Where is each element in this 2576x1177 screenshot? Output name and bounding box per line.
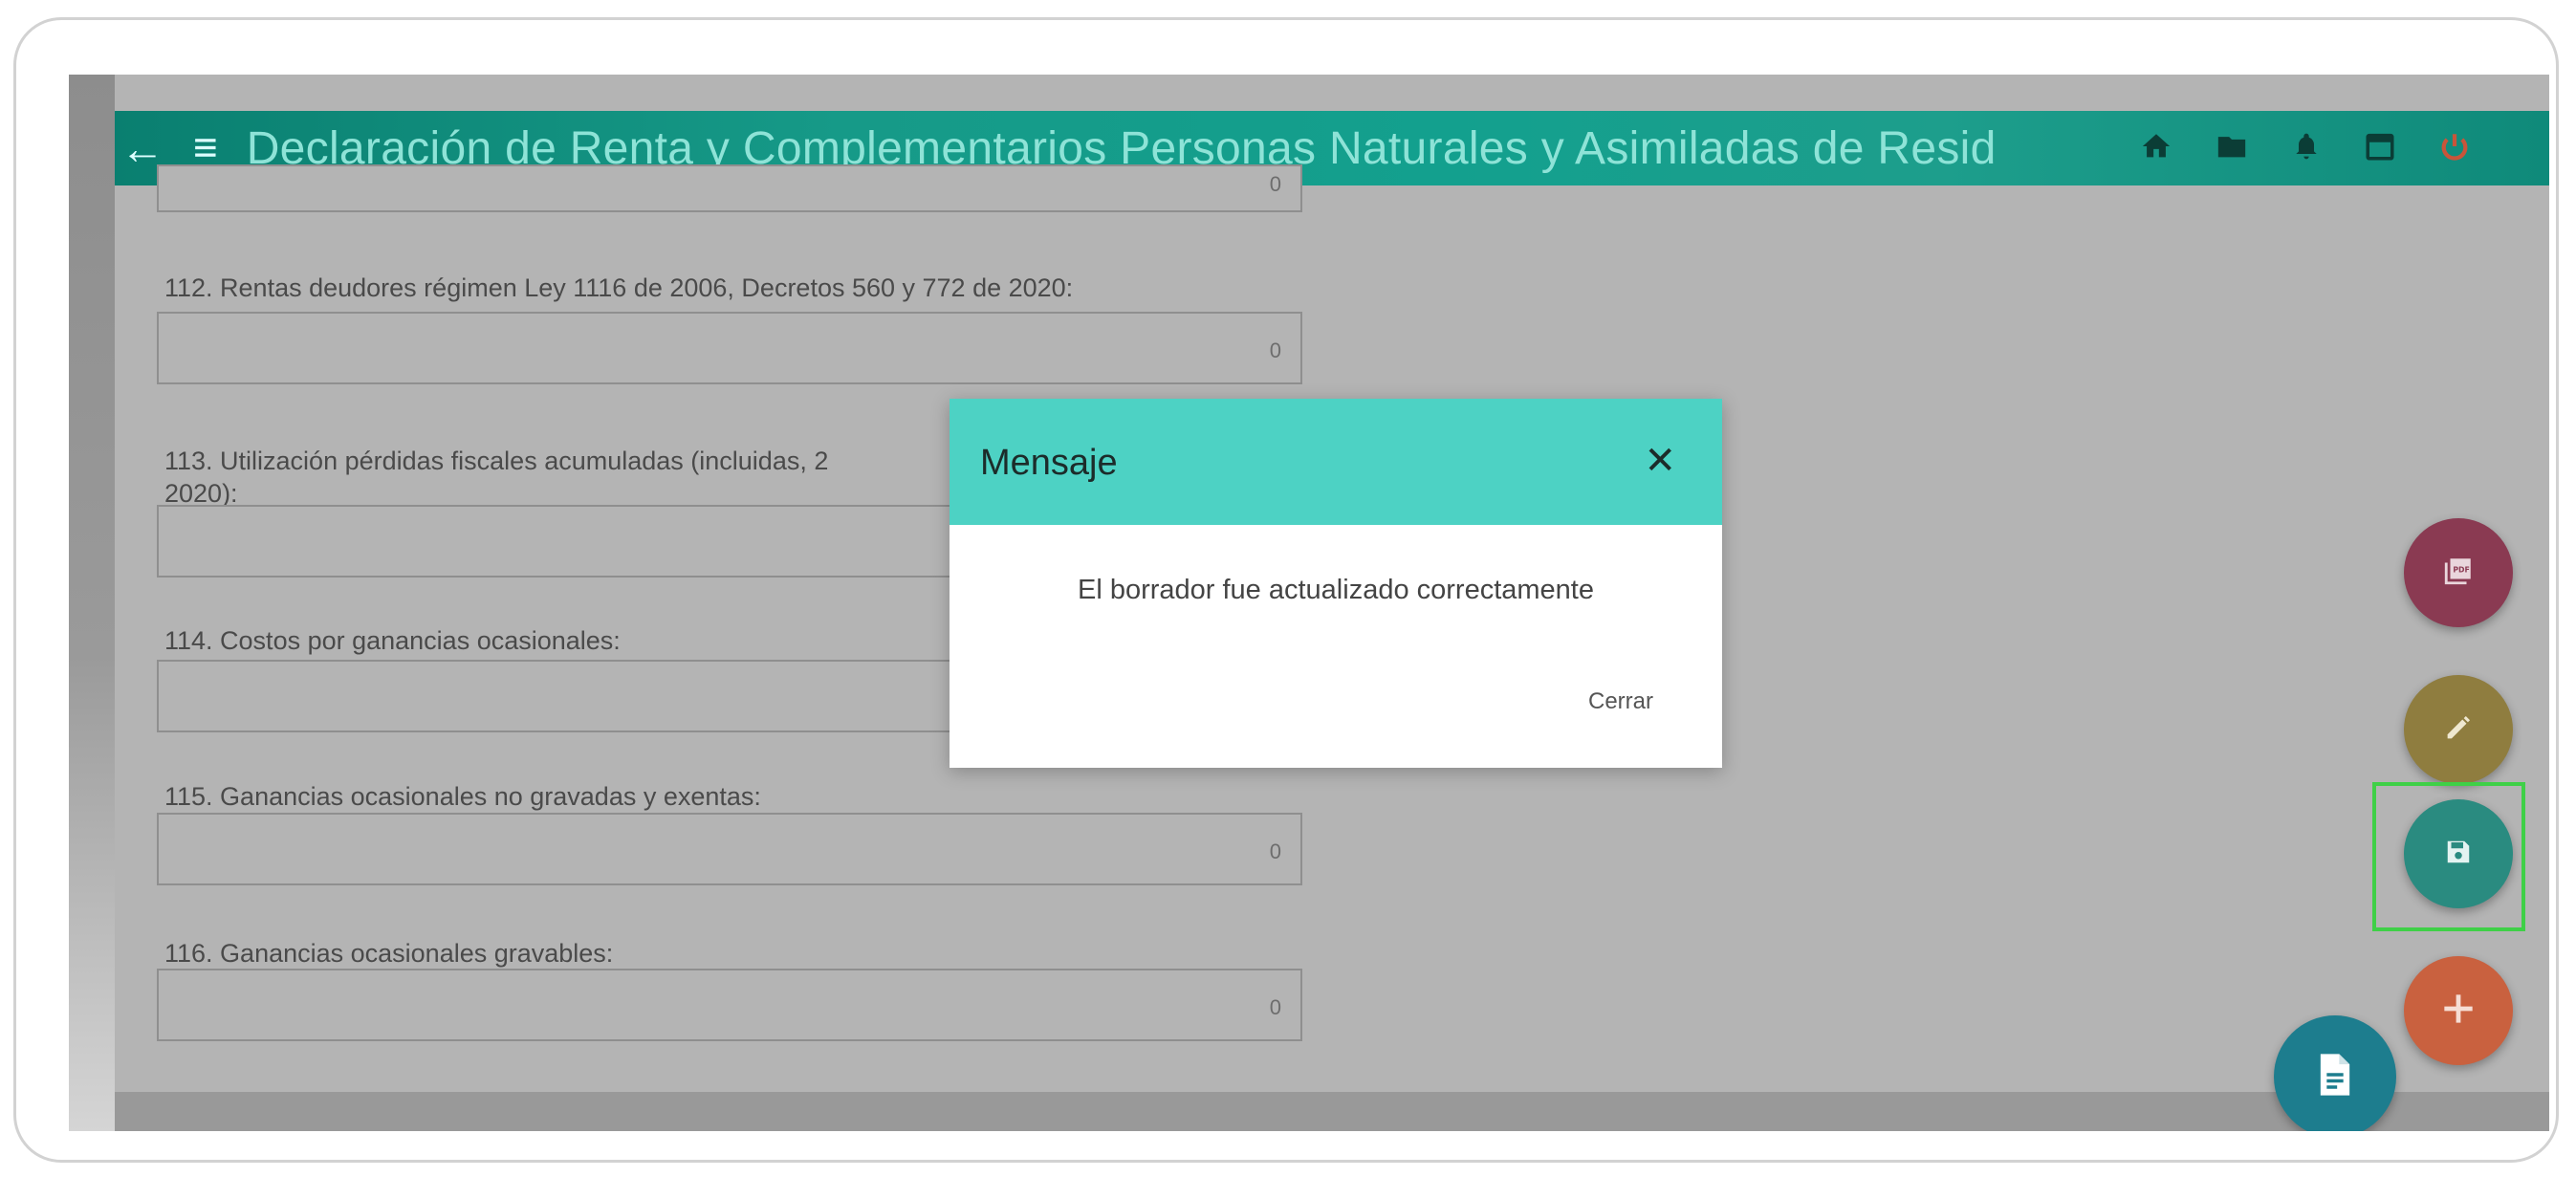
app-screenshot: ← ≡ Declaración de Renta y Complementari… [69,75,2549,1131]
calendar-icon[interactable] [2364,130,2396,167]
left-strip [69,75,115,1131]
dialog-header: Mensaje ✕ [950,399,1722,525]
message-dialog: Mensaje ✕ El borrador fue actualizado co… [950,399,1722,768]
close-button[interactable]: Cerrar [1588,688,1653,715]
field-value: 0 [1269,995,1281,1019]
edit-button[interactable] [2404,675,2513,784]
field-label: 116. Ganancias ocasionales gravables: [164,939,614,968]
field-label: 112. Rentas deudores régimen Ley 1116 de… [164,273,1074,302]
plus-icon [2437,988,2479,1035]
bell-icon[interactable] [2291,130,2322,167]
field-box[interactable]: 0 [157,813,1302,885]
save-highlight-box [2372,782,2525,931]
field-label: 114. Costos por ganancias ocasionales: [164,626,621,655]
add-button[interactable] [2404,956,2513,1065]
document-icon [2310,1048,2360,1106]
dialog-title: Mensaje [980,443,1118,483]
field-box[interactable]: 0 [157,312,1302,384]
field-box-partial[interactable]: 0 [157,164,1302,212]
field-value: 0 [1269,338,1281,362]
field-value: 0 [1269,172,1281,196]
pdf-icon: PDF [2442,555,2475,592]
power-icon[interactable] [2438,130,2471,167]
field-box[interactable]: 0 [157,969,1302,1041]
pencil-icon [2442,711,2475,749]
field-value: 0 [1269,839,1281,863]
folder-icon[interactable] [2215,130,2249,167]
svg-text:PDF: PDF [2453,565,2469,574]
home-icon[interactable] [2140,130,2172,167]
document-button[interactable] [2274,1015,2396,1131]
back-icon[interactable]: ← [120,122,164,174]
field-label: 115. Ganancias ocasionales no gravadas y… [164,782,761,811]
field-label: 113. Utilización pérdidas fiscales acumu… [164,447,829,475]
bottom-bar [115,1092,2549,1131]
appbar-icons [2140,130,2471,167]
dialog-message: El borrador fue actualizado correctament… [1077,575,1594,605]
close-icon[interactable]: ✕ [1644,439,1676,483]
pdf-button[interactable]: PDF [2404,518,2513,627]
